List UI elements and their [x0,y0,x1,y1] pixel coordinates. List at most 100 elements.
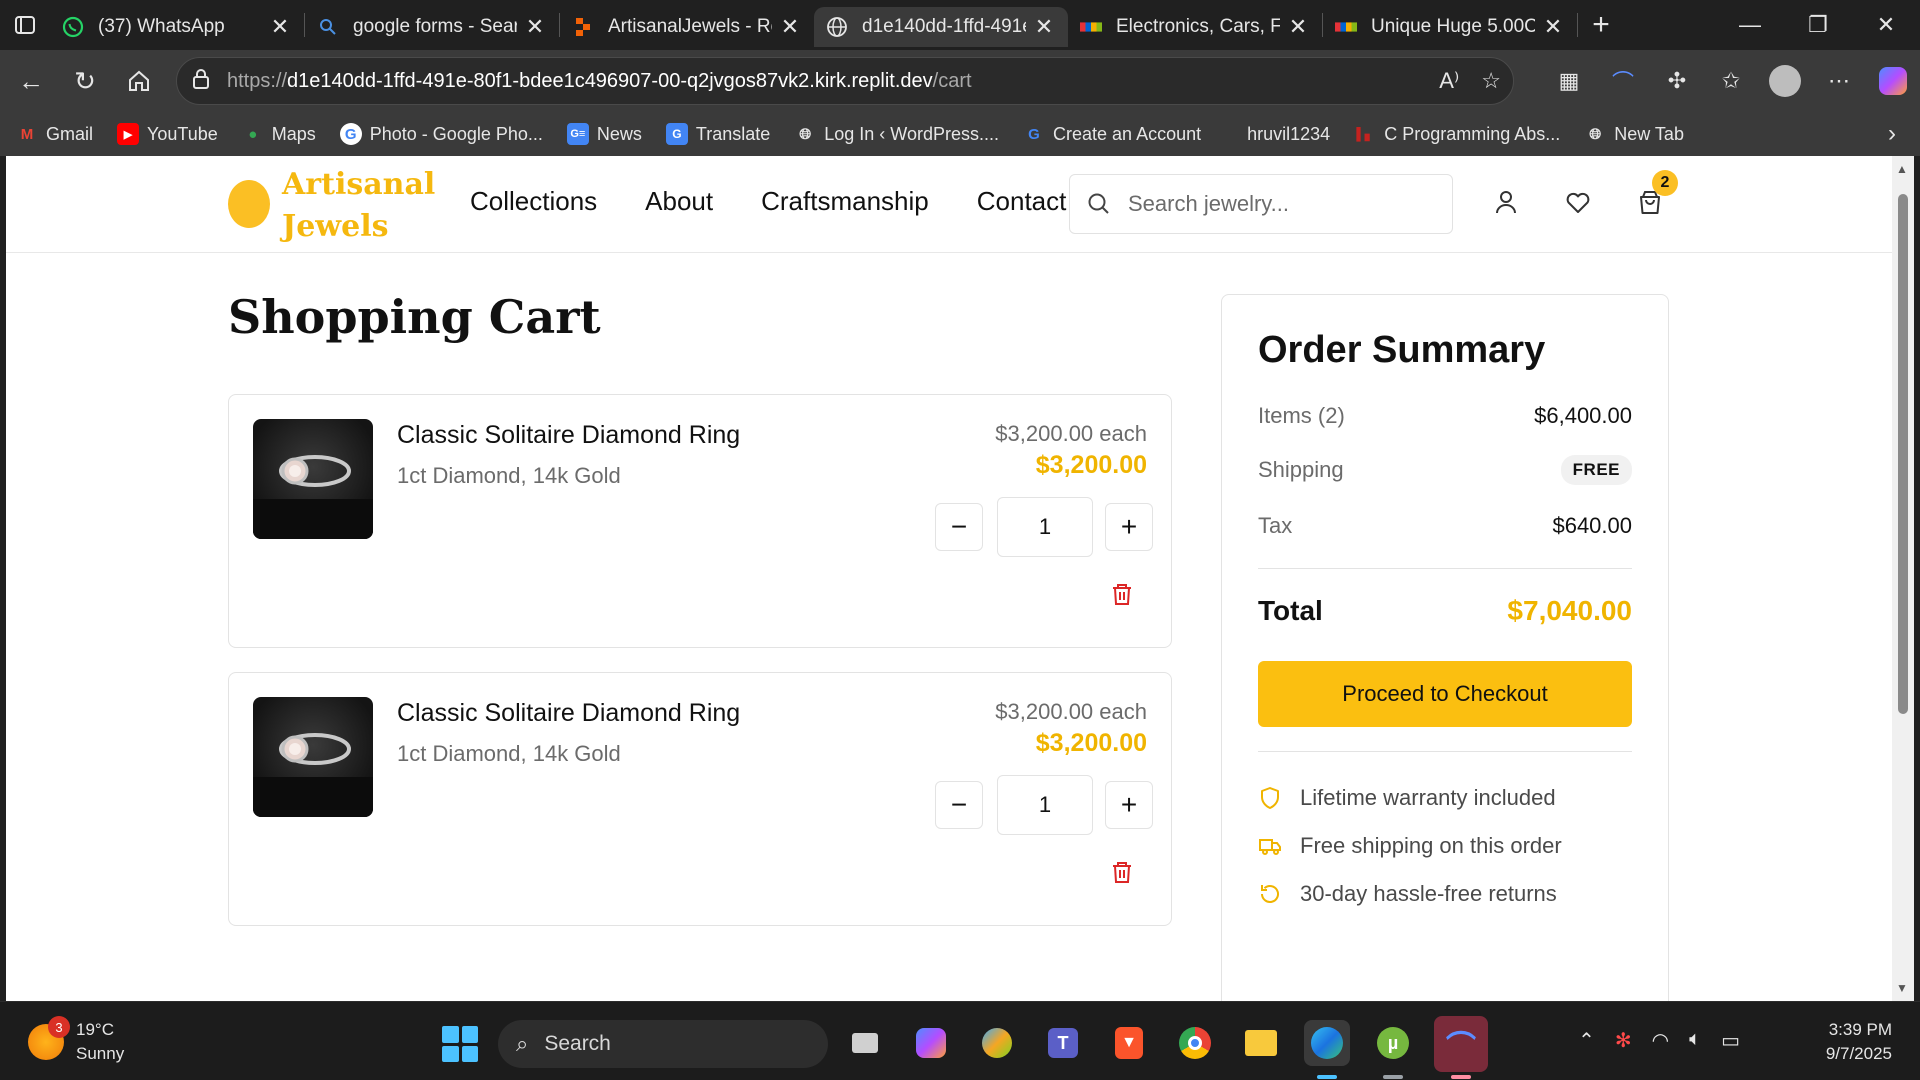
scroll-down-icon[interactable]: ▼ [1896,981,1908,995]
line-total: $3,200.00 [1035,729,1147,757]
bookmark-item[interactable]: G≡ News [566,123,642,145]
browser-tab[interactable]: ArtisanalJewels - Rep ✕ [560,7,814,47]
reload-button[interactable]: ↻ [58,58,112,104]
summary-items-row: Items (2) $6,400.00 [1258,403,1632,429]
nav-collections[interactable]: Collections [470,186,597,217]
close-tab-icon[interactable]: ✕ [523,14,547,40]
logo-mark[interactable] [228,180,270,228]
nav-contact[interactable]: Contact [977,186,1067,217]
increase-quantity-button[interactable]: + [1105,503,1153,551]
bookmark-item[interactable]: G Translate [665,123,770,145]
battery-icon[interactable]: ▭ [1721,1028,1740,1053]
scrollbar-thumb[interactable] [1898,194,1908,714]
increase-quantity-button[interactable]: + [1105,781,1153,829]
back-button[interactable]: ← [4,58,58,104]
extension-grid-icon[interactable]: ▦ [1542,68,1596,94]
address-bar[interactable]: https://d1e140dd-1ffd-491e-80f1-bdee1c49… [176,57,1514,105]
url-text: https://d1e140dd-1ffd-491e-80f1-bdee1c49… [227,70,972,93]
new-tab-button[interactable]: + [1578,5,1624,45]
product-name[interactable]: Classic Solitaire Diamond Ring [397,699,740,728]
product-name[interactable]: Classic Solitaire Diamond Ring [397,421,740,450]
quantity-input[interactable] [997,775,1093,835]
browser-tab-active[interactable]: d1e140dd-1ffd-491e ✕ [814,7,1068,47]
bookmark-item[interactable]: 🌐︎ New Tab [1584,123,1684,145]
copilot-taskbar-icon[interactable] [908,1020,954,1066]
minimize-button[interactable]: ― [1716,0,1784,50]
weather-widget[interactable]: 3 19°C Sunny [28,1016,124,1066]
favorites-icon[interactable]: ✩ [1704,68,1758,94]
items-value: $6,400.00 [1534,403,1632,428]
volume-icon[interactable]: 🔈︎ [1689,1028,1701,1053]
start-button[interactable] [442,1026,478,1062]
page-scrollbar[interactable]: ▲ ▼ [1892,156,1914,1001]
brave-icon[interactable]: ▼ [1106,1020,1152,1066]
trash-icon[interactable] [1109,859,1135,885]
decrease-quantity-button[interactable]: − [935,503,983,551]
tab-actions-button[interactable] [0,0,50,50]
product-image[interactable] [253,419,373,539]
active-app-indicator [1317,1075,1337,1079]
decrease-quantity-button[interactable]: − [935,781,983,829]
bookmark-item[interactable]: ● Maps [242,123,316,145]
bookmark-item[interactable]: ▌▖ C Programming Abs... [1354,123,1560,145]
extension-arc-icon[interactable]: ⌒ [1596,65,1650,97]
browser-tab[interactable]: Unique Huge 5.00Ct ✕ [1323,7,1577,47]
url-path: /cart [932,69,972,92]
extensions-puzzle-icon[interactable]: ✣ [1650,68,1704,94]
home-button[interactable] [112,58,166,104]
bookmarks-overflow-icon[interactable]: › [1888,120,1896,148]
paint-icon[interactable] [974,1020,1020,1066]
quantity-input[interactable] [997,497,1093,557]
tray-overflow-icon[interactable]: ⌃ [1578,1028,1595,1053]
tray-app-icon[interactable]: ✻ [1615,1028,1632,1053]
site-info-icon[interactable] [191,68,217,95]
tab-title: d1e140dd-1ffd-491e [862,16,1026,37]
profile-avatar[interactable] [1758,65,1812,97]
nav-about[interactable]: About [645,186,713,217]
teams-icon[interactable]: T [1040,1020,1086,1066]
site-logo[interactable]: Artisanal Jewels [282,164,435,248]
close-tab-icon[interactable]: ✕ [778,14,802,40]
search-input[interactable] [1128,191,1448,217]
bookmark-item[interactable]: G Create an Account [1023,123,1201,145]
arc-app-icon[interactable]: ⌒ [1434,1016,1488,1072]
copilot-icon[interactable] [1866,67,1920,95]
file-explorer-icon[interactable] [1238,1020,1284,1066]
tab-title: google forms - Sear [353,16,517,37]
close-tab-icon[interactable]: ✕ [268,14,292,40]
close-tab-icon[interactable]: ✕ [1541,14,1565,40]
bookmark-item[interactable]: 🌐︎ Log In ‹ WordPress.... [794,123,999,145]
read-aloud-icon[interactable]: A⁾ [1439,68,1459,94]
system-clock[interactable]: 3:39 PM 9/7/2025 [1826,1018,1892,1066]
close-tab-icon[interactable]: ✕ [1032,14,1056,40]
product-image[interactable] [253,697,373,817]
checkout-button[interactable]: Proceed to Checkout [1258,661,1632,727]
bookmark-item[interactable]: M Gmail [16,123,93,145]
more-menu-icon[interactable]: ⋯ [1812,68,1866,94]
wifi-icon[interactable]: ◠ [1652,1028,1669,1053]
nav-craftsmanship[interactable]: Craftsmanship [761,186,929,217]
utorrent-icon[interactable]: µ [1370,1020,1416,1066]
heart-icon[interactable] [1564,188,1592,216]
browser-tab[interactable]: (37) WhatsApp ✕ [50,7,304,47]
chrome-icon[interactable] [1172,1020,1218,1066]
browser-tab[interactable]: google forms - Sear ✕ [305,7,559,47]
bookmark-item[interactable]: ▶ YouTube [117,123,218,145]
trash-icon[interactable] [1109,581,1135,607]
browser-tab[interactable]: Electronics, Cars, Fas ✕ [1068,7,1322,47]
close-tab-icon[interactable]: ✕ [1286,14,1310,40]
youtube-icon: ▶ [117,123,140,145]
scroll-up-icon[interactable]: ▲ [1896,162,1908,176]
task-view-icon[interactable] [842,1020,888,1066]
user-icon[interactable] [1492,188,1520,216]
close-window-button[interactable]: ✕ [1852,0,1920,50]
bookmark-item[interactable]: hruvil1234 [1247,124,1330,145]
favorite-star-icon[interactable]: ☆ [1481,68,1501,94]
taskbar-search[interactable]: ⌕ Search [498,1020,828,1068]
edge-icon[interactable] [1304,1020,1350,1066]
restore-button[interactable]: ❐ [1784,0,1852,50]
url-host: d1e140dd-1ffd-491e-80f1-bdee1c496907-00-… [287,69,933,92]
summary-title: Order Summary [1258,329,1546,371]
bookmark-item[interactable]: G Photo - Google Pho... [339,123,543,145]
ebay-icon [1080,16,1102,38]
